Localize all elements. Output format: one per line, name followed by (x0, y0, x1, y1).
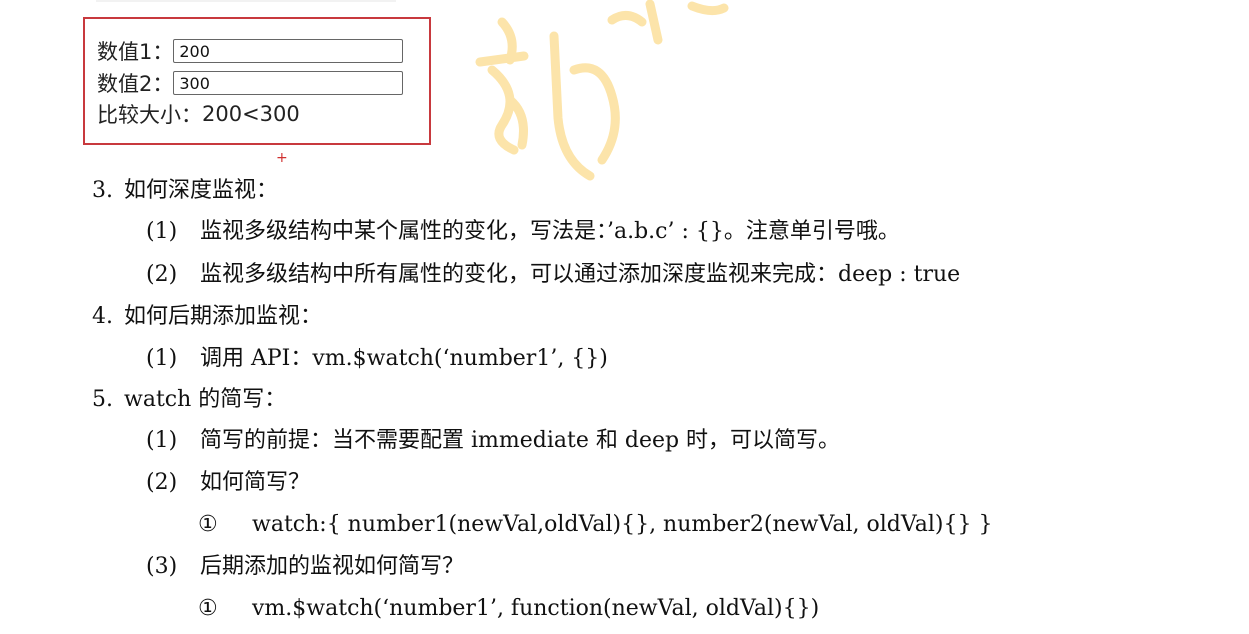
section-4-item-1: (1) 调用 API：vm.$watch(‘number1’, {}) (146, 346, 608, 371)
section-5-item-3: (3) 后期添加的监视如何简写？ (146, 554, 465, 579)
section-3-item-1: (1) 监视多级结构中某个属性的变化，写法是：’a.b.c’ : {}。注意单引号… (146, 219, 900, 244)
compare-row: 比较大小： 200<300 (97, 99, 300, 129)
red-plus-marker: + (276, 150, 288, 166)
section-3-item-2: (2) 监视多级结构中所有属性的变化，可以通过添加深度监视来完成：deep : t… (146, 262, 961, 287)
compare-result: 200<300 (202, 102, 300, 126)
number2-row: 数值2： (97, 68, 404, 98)
section-5-item-3-sub-1: ① vm.$watch(‘number1’, function(newVal, o… (198, 596, 820, 621)
number2-label: 数值2： (97, 72, 174, 96)
section-5-item-2-sub-1: ① watch:{ number1(newVal,oldVal){}, numbe… (198, 512, 993, 537)
number2-input[interactable] (173, 71, 404, 95)
number1-input[interactable] (173, 39, 404, 63)
section-5-item-2: (2) 如何简写？ (146, 470, 311, 495)
number1-row: 数值1： (97, 36, 404, 66)
section-5-heading: 5. watch 的简写： (92, 387, 287, 412)
section-3-heading: 3. 如何深度监视： (92, 178, 279, 203)
top-residue-line (96, 0, 396, 2)
compare-label: 比较大小： (97, 103, 202, 127)
section-5-item-1: (1) 简写的前提：当不需要配置 immediate 和 deep 时，可以简写。 (146, 428, 841, 453)
section-4-heading: 4. 如何后期添加监视： (92, 304, 323, 329)
demo-box: 数值1： 数值2： 比较大小： 200<300 (83, 17, 431, 145)
number1-label: 数值1： (97, 40, 174, 64)
watermark-icon (475, 0, 729, 181)
